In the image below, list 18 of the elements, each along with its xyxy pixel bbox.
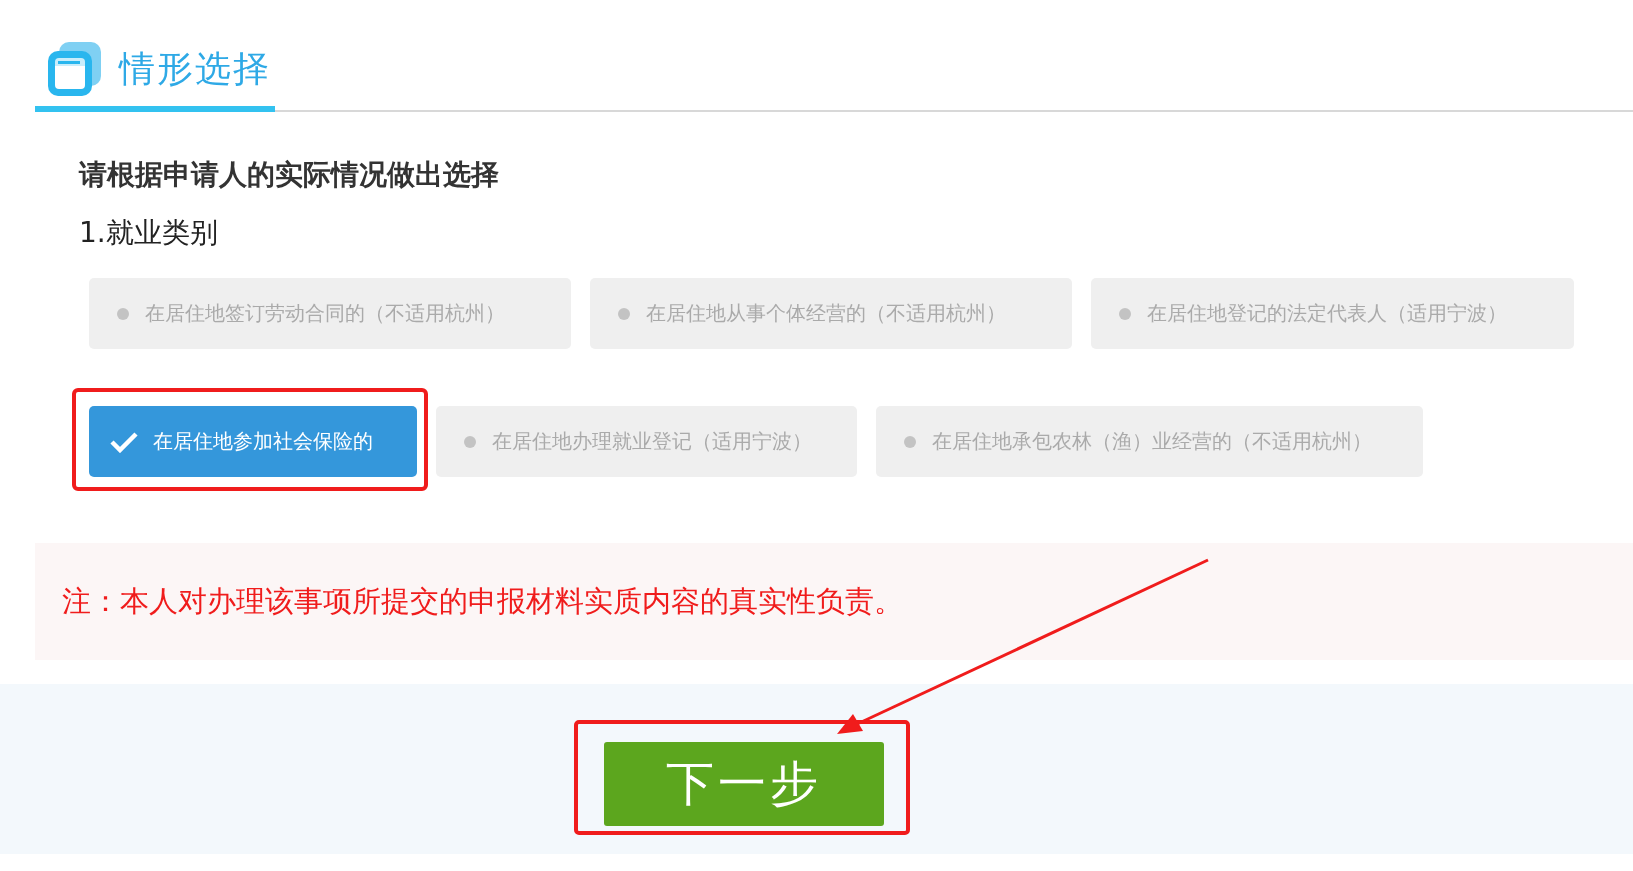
radio-dot-icon <box>464 435 476 448</box>
option-button[interactable]: 在居住地参加社会保险的 <box>89 406 417 477</box>
check-icon <box>109 430 139 453</box>
radio-dot-icon <box>117 307 129 320</box>
radio-dot-icon <box>618 307 630 320</box>
option-button[interactable]: 在居住地登记的法定代表人（适用宁波） <box>1091 278 1574 349</box>
option-button[interactable]: 在居住地签订劳动合同的（不适用杭州） <box>89 278 571 349</box>
window-icon <box>45 40 103 98</box>
note-text: 注：本人对办理该事项所提交的申报材料实质内容的真实性负责。 <box>62 582 903 620</box>
radio-dot-icon <box>1119 307 1131 320</box>
radio-dot-icon <box>904 435 916 448</box>
section-title: 情形选择 <box>119 46 271 91</box>
prompt-heading: 请根据申请人的实际情况做出选择 <box>79 157 500 193</box>
next-button[interactable]: 下一步 <box>604 742 884 826</box>
option-button[interactable]: 在居住地办理就业登记（适用宁波） <box>436 406 857 477</box>
option-button[interactable]: 在居住地承包农林（渔）业经营的（不适用杭州） <box>876 406 1423 477</box>
question-label: 1.就业类别 <box>79 215 219 251</box>
option-button[interactable]: 在居住地从事个体经营的（不适用杭州） <box>590 278 1072 349</box>
